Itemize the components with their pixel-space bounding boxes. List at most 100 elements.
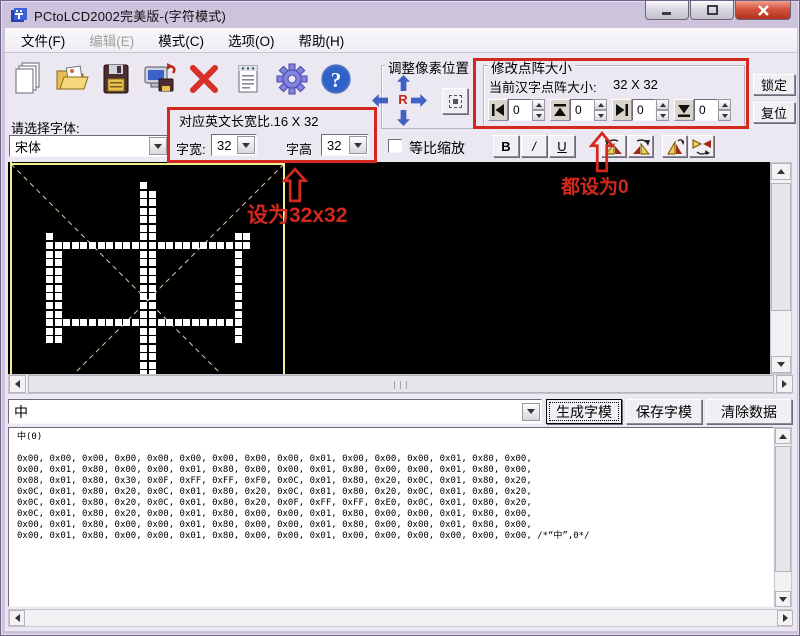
bottom-edge-button[interactable] [674,99,694,121]
font-dropdown-button[interactable] [149,137,167,155]
char-combobox[interactable]: 中 [8,399,542,424]
menu-help[interactable]: 帮助(H) [287,27,357,53]
pixel-dot [46,276,53,283]
scroll-down-button[interactable] [771,356,791,373]
new-file-button[interactable] [7,57,49,101]
clear-data-button[interactable]: 清除数据 [706,399,792,424]
settings-button[interactable] [271,57,313,101]
spin-down-button[interactable] [718,110,731,121]
spin-up-button[interactable] [656,99,669,110]
pixel-dot [140,293,147,300]
menu-edit[interactable]: 编辑(E) [77,27,146,53]
vscroll-thumb[interactable] [771,183,791,311]
pixel-dot [140,276,147,283]
annotation-arrow-up-icon [589,131,615,173]
maximize-button[interactable] [690,1,734,20]
flip-horizontal-button[interactable] [689,135,714,157]
pixel-dot [140,208,147,215]
top-edge-value[interactable]: 0 [570,99,594,121]
pixel-dot [166,319,173,326]
help-button[interactable]: ? [315,57,357,101]
output-hscrollbar[interactable] [8,609,792,627]
menu-options[interactable]: 选项(O) [216,27,287,53]
reset-button[interactable]: 复位 [753,102,795,123]
spin-up-button[interactable] [532,99,545,110]
spin-down-button[interactable] [532,110,545,121]
italic-button[interactable]: / [521,135,547,157]
spin-down-button[interactable] [656,110,669,121]
scroll-left-button[interactable] [9,610,25,626]
pixel-dot [192,242,199,249]
right-edge-value[interactable]: 0 [632,99,656,121]
save-font-button[interactable]: 保存字模 [626,399,702,424]
scroll-down-button[interactable] [775,591,791,607]
char-width-dropdown[interactable] [237,136,255,154]
pixel-dot [149,345,156,352]
export-button[interactable] [139,57,181,101]
close-button[interactable] [735,1,791,20]
delete-button[interactable] [183,57,225,101]
pixel-dot [140,225,147,232]
spin-up-button[interactable] [718,99,731,110]
scroll-right-button[interactable] [777,610,793,626]
menu-mode[interactable]: 模式(C) [146,27,216,53]
pixel-dot [140,328,147,335]
scroll-left-button[interactable] [9,375,26,393]
pixel-dot [149,293,156,300]
bold-button[interactable]: B [493,135,519,157]
scroll-up-button[interactable] [775,428,791,444]
scroll-right-button[interactable] [776,375,793,393]
canvas-hscrollbar[interactable]: ||| [8,374,792,394]
output-vscrollbar[interactable] [774,427,792,607]
pixel-dot [55,276,62,283]
right-edge-button[interactable] [612,99,632,121]
generate-button[interactable]: 生成字模 [546,399,622,424]
center-glyph-button[interactable] [442,88,468,114]
arrow-down-icon [777,362,785,367]
char-height-combobox[interactable]: 32 [321,134,369,156]
minimize-button[interactable] [645,1,689,20]
open-file-button[interactable] [51,57,93,101]
hex-output-area[interactable]: 中(0) 0x00, 0x00, 0x00, 0x00, 0x00, 0x00,… [8,427,774,607]
top-edge-button[interactable] [550,99,570,121]
char-dropdown-button[interactable] [522,403,540,421]
pixel-dot [235,328,242,335]
vscroll-thumb[interactable] [775,446,791,572]
char-width-combobox[interactable]: 32 [211,134,257,156]
left-edge-button[interactable] [488,99,508,121]
pixel-dot [140,336,147,343]
pixel-dot [149,208,156,215]
scale-checkbox[interactable] [388,139,402,153]
pixel-dot [55,268,62,275]
pixel-dot [80,319,87,326]
menu-file[interactable]: 文件(F) [9,27,77,53]
spin-up-icon [536,103,542,107]
dot-matrix-title: 修改点阵大小 [488,57,575,77]
left-edge-value[interactable]: 0 [508,99,532,121]
char-height-dropdown[interactable] [349,136,367,154]
pixel-dot [149,199,156,206]
notes-button[interactable] [227,57,269,101]
pixel-dot [209,242,216,249]
save-button[interactable] [95,57,137,101]
pixel-dot [46,251,53,258]
pixel-dot [46,302,53,309]
lock-button[interactable]: 锁定 [753,74,795,95]
pixel-dot [123,242,130,249]
rotate-right-button[interactable] [628,135,653,157]
reset-position-button[interactable]: R [396,92,410,107]
underline-button[interactable]: U [549,135,575,157]
hscroll-thumb[interactable]: ||| [28,375,774,393]
bottom-edge-value[interactable]: 0 [694,99,718,121]
pixel-dot [80,242,87,249]
spin-up-button[interactable] [594,99,607,110]
spin-down-button[interactable] [594,110,607,121]
scroll-up-button[interactable] [771,163,791,180]
font-combobox[interactable]: 宋体 [9,135,169,157]
pixel-dot [98,242,105,249]
spin-down-icon [660,114,666,118]
pixel-dot [115,242,122,249]
canvas-vscrollbar[interactable] [770,162,792,374]
dot-matrix-canvas[interactable] [8,162,770,374]
flip-vertical-button[interactable] [662,135,687,157]
